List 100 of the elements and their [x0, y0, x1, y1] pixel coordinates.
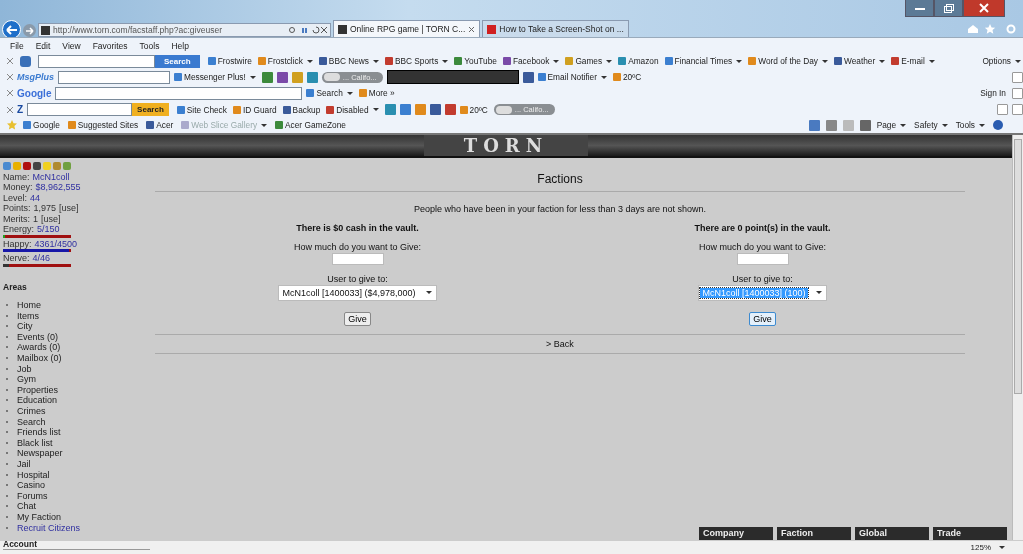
area-link[interactable]: Jail [17, 458, 31, 469]
menu-item[interactable]: View [62, 41, 81, 51]
toolbar-icon[interactable] [1012, 87, 1023, 99]
app-icon[interactable] [261, 71, 273, 83]
favorite-link[interactable]: Google [23, 120, 60, 131]
chat-tab[interactable]: Trade [933, 527, 1007, 540]
toolbar-link[interactable]: Financial Times [664, 56, 743, 67]
area-link[interactable]: Chat [17, 501, 36, 512]
app-icon[interactable] [522, 71, 534, 83]
back-link[interactable]: > Back [546, 338, 574, 349]
area-link[interactable]: Job [17, 363, 32, 374]
search-button[interactable]: Search [132, 103, 169, 117]
area-link[interactable]: Black list [17, 437, 53, 448]
toolbar-link[interactable]: Options [982, 56, 1021, 67]
area-link[interactable]: Properties [17, 384, 59, 395]
toolbar-link[interactable]: Email Notifier [537, 72, 607, 83]
menu-item[interactable]: Edit [35, 41, 51, 51]
search-field[interactable] [58, 70, 170, 84]
search-field[interactable] [55, 86, 303, 100]
toolbar-link[interactable]: Word of the Day [748, 56, 828, 67]
zoom-level[interactable]: 125% [970, 543, 991, 552]
toolbar-link[interactable]: Disabled [326, 104, 379, 115]
toolbar-link[interactable]: Backup [282, 104, 321, 115]
toolbar-icon[interactable] [1012, 104, 1023, 116]
area-link[interactable]: Newspaper [17, 448, 63, 459]
favorite-link[interactable]: Acer GameZone [275, 120, 346, 131]
area-link[interactable]: Recruit Citizens [17, 522, 81, 533]
app-icon[interactable] [384, 104, 396, 116]
forward-button[interactable] [23, 24, 36, 37]
area-link[interactable]: Items [17, 310, 39, 321]
toolbar-link[interactable]: BBC Sports [384, 56, 449, 67]
close-toolbar-icon[interactable] [7, 90, 13, 97]
logo-icon[interactable] [20, 55, 31, 67]
toolbar-link[interactable]: Facebook [502, 56, 560, 67]
area-link[interactable]: City [17, 321, 33, 332]
area-link[interactable]: Education [17, 395, 58, 406]
toolbar-link[interactable]: Games [565, 56, 613, 67]
favorite-link[interactable]: Acer [146, 120, 174, 131]
menu-item[interactable]: File [10, 41, 24, 51]
menu-item[interactable]: Favorites [92, 41, 128, 51]
favorite-link[interactable]: Suggested Sites [67, 120, 139, 131]
search-field[interactable] [27, 103, 133, 117]
toolbar-icon[interactable] [997, 104, 1008, 116]
area-link[interactable]: Hospital [17, 469, 50, 480]
restore-button[interactable] [934, 0, 963, 17]
close-button[interactable] [963, 0, 1005, 17]
search-button[interactable]: Search [155, 54, 200, 68]
area-link[interactable]: Gym [17, 374, 36, 385]
give-button[interactable]: Give [344, 311, 371, 326]
area-link[interactable]: Friends list [17, 427, 61, 438]
toolbar-link[interactable]: Amazon [618, 56, 659, 67]
area-link[interactable]: Search [17, 416, 46, 427]
area-link[interactable]: Awards (0) [17, 342, 61, 353]
area-link[interactable]: My Faction [17, 511, 61, 522]
chat-tab[interactable]: Company [699, 527, 773, 540]
amount-field[interactable] [736, 252, 789, 265]
browser-tab[interactable]: Online RPG game | TORN C... [333, 20, 481, 37]
area-link[interactable]: Events (0) [17, 331, 58, 342]
app-icon[interactable] [276, 71, 288, 83]
minimize-button[interactable] [905, 0, 934, 17]
give-button[interactable]: Give [749, 311, 776, 326]
menu-item[interactable]: Help [171, 41, 189, 51]
chat-tab[interactable]: Global [855, 527, 929, 540]
amount-field[interactable] [331, 252, 384, 265]
menu-item[interactable]: Tools [139, 41, 160, 51]
scrollbar[interactable] [1012, 134, 1023, 540]
close-toolbar-icon[interactable] [7, 74, 13, 81]
command-menu[interactable]: Tools [955, 120, 985, 131]
toolbar-link[interactable]: E-mail [891, 56, 935, 67]
toolbar-logo[interactable]: Z [17, 104, 24, 116]
area-link[interactable]: Home [17, 300, 41, 311]
home-star-gear-icon[interactable] [967, 24, 1017, 34]
browser-tab[interactable]: How to Take a Screen-Shot on ... [482, 20, 629, 37]
chat-tab[interactable]: Faction [777, 527, 851, 540]
toolbar-link[interactable]: 20ºC [459, 104, 488, 115]
toolbar-link[interactable]: Site Check [176, 104, 227, 115]
toolbar-link[interactable]: Frostwire [207, 56, 252, 67]
toolbar-link[interactable]: YouTube [454, 56, 497, 67]
app-icon[interactable] [429, 104, 441, 116]
toolbar-icon[interactable] [1012, 71, 1023, 83]
toolbar-link[interactable]: Sign In [980, 88, 1006, 99]
app-icon[interactable] [444, 104, 456, 116]
area-link[interactable]: Casino [17, 480, 45, 491]
close-toolbar-icon[interactable] [7, 58, 13, 65]
toolbar-link[interactable]: More » [358, 88, 395, 99]
scrollbar-thumb[interactable] [1014, 138, 1022, 394]
toolbar-link[interactable]: Search [306, 88, 353, 99]
toolbar-logo[interactable]: Google [17, 87, 52, 99]
command-menu[interactable]: Page [876, 120, 907, 131]
close-toolbar-icon[interactable] [7, 106, 13, 113]
command-menu[interactable]: Safety [914, 120, 948, 131]
toolbar-link[interactable]: Messenger Plus! [174, 72, 256, 83]
area-link[interactable]: Forums [17, 490, 48, 501]
toolbar-link[interactable]: Frostclick [257, 56, 313, 67]
search-field[interactable] [38, 54, 155, 68]
toolbar-logo[interactable]: MsgPlus [17, 72, 54, 83]
user-select[interactable]: McN1coll [1400033] ($4,978,000) [278, 284, 437, 301]
toolbar-link[interactable]: BBC News [318, 56, 379, 67]
use-link[interactable]: [use] [41, 213, 61, 225]
toolbar-link[interactable]: 20ºC [612, 72, 642, 83]
